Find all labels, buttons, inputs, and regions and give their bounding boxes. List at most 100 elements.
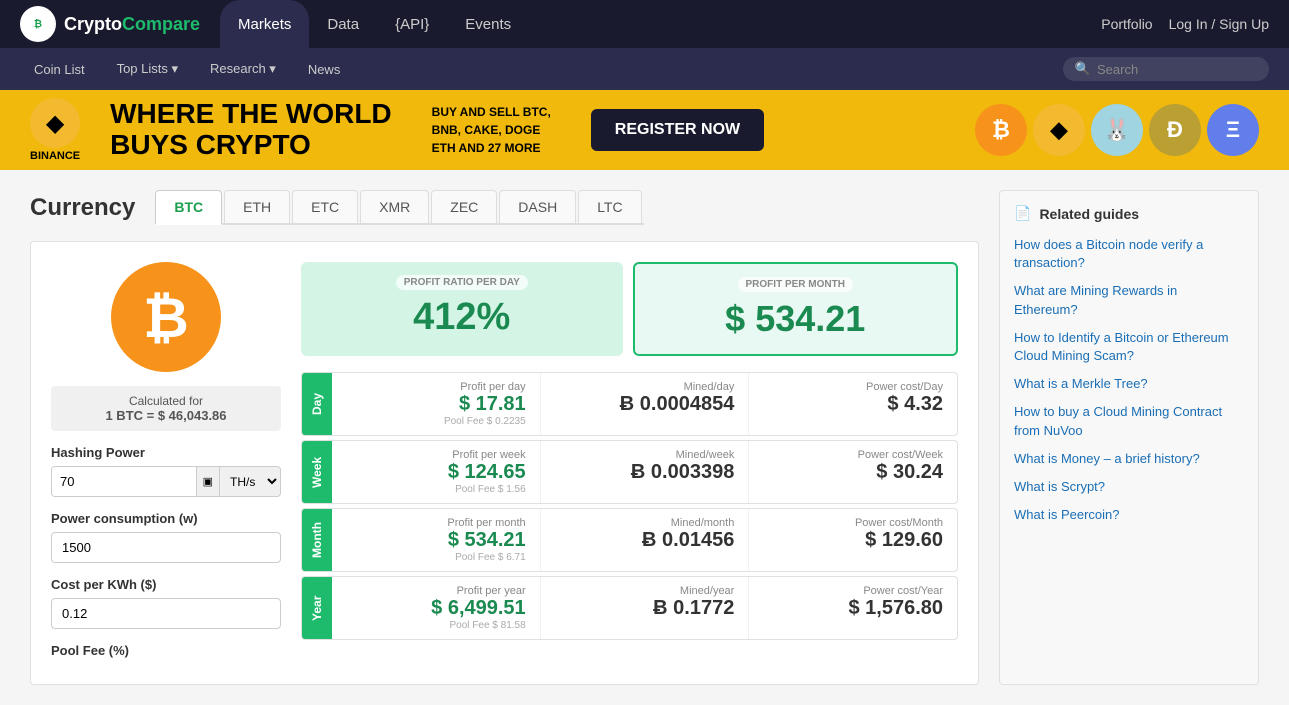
tab-btc[interactable]: BTC (155, 190, 222, 225)
cost-per-kwh-label: Cost per KWh ($) (51, 577, 281, 592)
hashing-power-input-group[interactable]: ▣ TH/s GH/s MH/s (51, 466, 281, 497)
data-rows-container: Day Profit per day $ 17.81 Pool Fee $ 0.… (301, 372, 958, 644)
tab-xmr[interactable]: XMR (360, 190, 429, 223)
pool-fee: Pool Fee $ 0.2235 (346, 416, 526, 427)
search-box[interactable]: 🔍 (1063, 57, 1269, 81)
secondary-nav: Coin List Top Lists ▾ Research ▾ News 🔍 (0, 48, 1289, 90)
bnb-coin-icon: ◆ (1033, 104, 1085, 156)
power-consumption-input[interactable] (51, 532, 281, 563)
sec-nav-research[interactable]: Research ▾ (196, 48, 290, 90)
sec-nav-coinlist[interactable]: Coin List (20, 48, 99, 90)
profit-month-box: PROFIT PER MONTH $ 534.21 (633, 262, 959, 356)
main-layout: Currency BTC ETH ETC XMR ZEC DASH LTC ₿ … (0, 170, 1289, 705)
profit-summary: PROFIT RATIO PER DAY 412% PROFIT PER MON… (301, 262, 958, 356)
profit-value: $ 124.65 (346, 461, 526, 484)
banner-coins: ₿ ◆ 🐰 Ð Ξ (975, 104, 1259, 156)
mined-value: Ƀ 0.003398 (555, 461, 735, 484)
hashing-power-unit-btn[interactable]: ▣ (196, 467, 219, 496)
power-consumption-label: Power consumption (w) (51, 511, 281, 526)
pool-fee-label: Pool Fee (%) (51, 643, 281, 658)
currency-header: Currency BTC ETH ETC XMR ZEC DASH LTC (30, 190, 979, 225)
guides-list: How does a Bitcoin node verify a transac… (1014, 236, 1244, 524)
search-input[interactable] (1097, 62, 1257, 77)
hashing-power-group: Hashing Power ▣ TH/s GH/s MH/s (51, 445, 281, 497)
power-label: Power cost/Month (763, 517, 943, 529)
logo[interactable]: ₿ CryptoCompare (20, 6, 200, 42)
list-item[interactable]: What is a Merkle Tree? (1014, 375, 1244, 393)
profit-label: Profit per week (346, 449, 526, 461)
list-item[interactable]: What are Mining Rewards in Ethereum? (1014, 282, 1244, 318)
tab-dash[interactable]: DASH (499, 190, 576, 223)
sec-nav-news[interactable]: News (294, 48, 355, 90)
currency-tabs: BTC ETH ETC XMR ZEC DASH LTC (155, 190, 643, 225)
tab-etc[interactable]: ETC (292, 190, 358, 223)
list-item[interactable]: How to buy a Cloud Mining Contract from … (1014, 403, 1244, 439)
mined-label: Mined/day (555, 381, 735, 393)
table-row: Week Profit per week $ 124.65 Pool Fee $… (301, 440, 958, 504)
profit-value: $ 17.81 (346, 393, 526, 416)
power-cost-cell: Power cost/Year $ 1,576.80 (749, 577, 957, 639)
portfolio-link[interactable]: Portfolio (1101, 16, 1152, 32)
nav-tab-markets[interactable]: Markets (220, 0, 309, 48)
hashing-power-unit-select[interactable]: TH/s GH/s MH/s (219, 467, 280, 496)
row-cells: Profit per month $ 534.21 Pool Fee $ 6.7… (332, 509, 957, 571)
mined-cell: Mined/month Ƀ 0.01456 (541, 509, 750, 571)
banner-logo: ◆ BINANCE (30, 98, 80, 162)
logo-icon: ₿ (20, 6, 56, 42)
mined-label: Mined/year (555, 585, 735, 597)
mined-value: Ƀ 0.1772 (555, 597, 735, 620)
profit-label: Profit per month (346, 517, 526, 529)
mined-value: Ƀ 0.0004854 (555, 393, 735, 416)
mined-cell: Mined/year Ƀ 0.1772 (541, 577, 750, 639)
btc-large-icon: ₿ (111, 262, 221, 372)
top-nav: ₿ CryptoCompare Markets Data {API} Event… (0, 0, 1289, 48)
guides-icon: 📄 (1014, 205, 1031, 222)
list-item[interactable]: What is Money – a brief history? (1014, 450, 1244, 468)
hashing-power-input[interactable] (52, 467, 196, 496)
nav-tab-events[interactable]: Events (447, 0, 529, 48)
table-row: Year Profit per year $ 6,499.51 Pool Fee… (301, 576, 958, 640)
row-cells: Profit per year $ 6,499.51 Pool Fee $ 81… (332, 577, 957, 639)
btc-coin-icon: ₿ (975, 104, 1027, 156)
tab-zec[interactable]: ZEC (431, 190, 497, 223)
pool-fee: Pool Fee $ 81.58 (346, 620, 526, 631)
list-item[interactable]: What is Scrypt? (1014, 478, 1244, 496)
row-period-label: Month (302, 509, 332, 571)
row-period-label: Week (302, 441, 332, 503)
row-cells: Profit per week $ 124.65 Pool Fee $ 1.56… (332, 441, 957, 503)
nav-tab-api[interactable]: {API} (377, 0, 447, 48)
profit-month-value: $ 534.21 (653, 298, 939, 340)
power-value: $ 30.24 (763, 461, 943, 484)
register-button[interactable]: REGISTER NOW (591, 109, 764, 151)
power-label: Power cost/Year (763, 585, 943, 597)
profit-day-value: 412% (319, 296, 605, 339)
list-item[interactable]: What is Peercoin? (1014, 506, 1244, 524)
nav-tab-data[interactable]: Data (309, 0, 377, 48)
calculator-layout: ₿ Calculated for 1 BTC = $ 46,043.86 Has… (30, 241, 979, 685)
power-consumption-group: Power consumption (w) (51, 511, 281, 563)
calc-right: PROFIT RATIO PER DAY 412% PROFIT PER MON… (301, 262, 958, 664)
power-cost-cell: Power cost/Week $ 30.24 (749, 441, 957, 503)
profit-month-label: PROFIT PER MONTH (653, 278, 939, 290)
tab-eth[interactable]: ETH (224, 190, 290, 223)
profit-cell: Profit per day $ 17.81 Pool Fee $ 0.2235 (332, 373, 541, 435)
power-cost-cell: Power cost/Month $ 129.60 (749, 509, 957, 571)
cost-per-kwh-input[interactable] (51, 598, 281, 629)
profit-day-box: PROFIT RATIO PER DAY 412% (301, 262, 623, 356)
profit-cell: Profit per month $ 534.21 Pool Fee $ 6.7… (332, 509, 541, 571)
binance-icon: ◆ (30, 98, 80, 148)
list-item[interactable]: How does a Bitcoin node verify a transac… (1014, 236, 1244, 272)
search-icon: 🔍 (1075, 61, 1091, 77)
row-cells: Profit per day $ 17.81 Pool Fee $ 0.2235… (332, 373, 957, 435)
list-item[interactable]: How to Identify a Bitcoin or Ethereum Cl… (1014, 329, 1244, 365)
left-panel: Currency BTC ETH ETC XMR ZEC DASH LTC ₿ … (30, 190, 979, 685)
tab-ltc[interactable]: LTC (578, 190, 641, 223)
calculated-for-label: Calculated for (129, 394, 203, 408)
login-signup-link[interactable]: Log In / Sign Up (1169, 16, 1269, 32)
pool-fee: Pool Fee $ 6.71 (346, 552, 526, 563)
sec-nav-toplists[interactable]: Top Lists ▾ (103, 48, 192, 90)
currency-title: Currency (30, 194, 135, 222)
pool-fee: Pool Fee $ 1.56 (346, 484, 526, 495)
calc-rate: Calculated for 1 BTC = $ 46,043.86 (51, 386, 281, 431)
calc-left: ₿ Calculated for 1 BTC = $ 46,043.86 Has… (51, 262, 281, 664)
